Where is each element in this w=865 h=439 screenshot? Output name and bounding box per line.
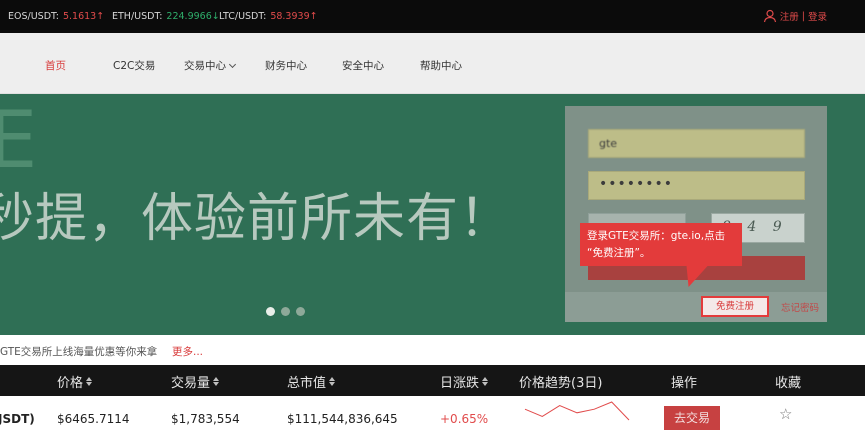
user-icon [763, 9, 776, 23]
auth-separator: | [798, 10, 808, 22]
sort-icon [213, 377, 220, 386]
tooltip-line-2: “免费注册”。 [587, 247, 651, 259]
announcement-bar: GTE交易所上线海量优惠等你来拿 更多... [0, 335, 865, 365]
ticker-price: 58.3939 [270, 11, 310, 22]
price-ticker-bar: EOS/USDT: 5.1613↑ ETH/USDT: 224.9966↓ LTC/… [0, 0, 865, 33]
ticker-pair-label: ETH/USDT: [112, 11, 163, 22]
main-nav: 首页 C2C交易 交易中心 财务中心 安全中心 帮助中心 [0, 33, 865, 94]
more-link[interactable]: 更多... [172, 344, 203, 359]
carousel-dot[interactable] [281, 307, 290, 316]
column-change-label: 日涨跌 [440, 376, 480, 391]
free-register-link[interactable]: 免费注册 [701, 296, 769, 317]
carousel-dots [266, 307, 305, 316]
column-change[interactable]: 日涨跌 [440, 372, 489, 391]
nav-trading-center-label: 交易中心 [184, 60, 226, 72]
brand-letter: E [0, 96, 38, 186]
register-link-top[interactable]: 注册 [780, 9, 799, 23]
username-input[interactable]: gte [588, 129, 805, 158]
column-price-label: 价格 [57, 376, 84, 391]
column-trend: 价格趋势(3日) [519, 376, 603, 391]
column-volume[interactable]: 交易量 [171, 372, 220, 391]
instruction-tooltip: 登录GTE交易所：gte.io,点击 “免费注册”。 [580, 223, 742, 266]
up-arrow-icon: ↑ [96, 11, 105, 22]
ticker-eth: ETH/USDT: 224.9966↓ [112, 11, 220, 22]
nav-finance[interactable]: 财务中心 [265, 58, 307, 73]
price-trend-sparkline [524, 401, 630, 421]
ticker-price: 5.1613 [62, 11, 97, 22]
column-price[interactable]: 价格 [57, 372, 93, 391]
up-arrow-icon: ↑ [309, 11, 318, 22]
sort-icon [86, 377, 93, 386]
pair-name: JSDT) [0, 412, 35, 426]
announcement-text[interactable]: GTE交易所上线海量优惠等你来拿 [0, 344, 157, 359]
password-input[interactable]: •••••••• [588, 171, 805, 200]
star-icon[interactable]: ☆ [779, 405, 792, 423]
forgot-password-link[interactable]: 忘记密码 [781, 300, 819, 314]
change-cell: +0.65% [440, 412, 489, 426]
market-cap-cell: $111,544,836,645 [287, 412, 398, 426]
market-table-header: 价格 交易量 总市值 日涨跌 价格趋势(3日) 操作 收藏 [0, 365, 865, 396]
ticker-ltc: LTC/USDT: 58.3939↑ [219, 11, 318, 22]
volume-cell: $1,783,554 [171, 412, 240, 426]
column-market-cap-label: 总市值 [287, 376, 327, 391]
nav-c2c[interactable]: C2C交易 [113, 58, 155, 73]
column-favorite: 收藏 [775, 376, 802, 391]
nav-security[interactable]: 安全中心 [342, 58, 384, 73]
column-volume-label: 交易量 [171, 376, 211, 391]
column-action: 操作 [671, 376, 698, 391]
carousel-dot[interactable] [296, 307, 305, 316]
login-link-top[interactable]: 登录 [808, 9, 827, 23]
ticker-eos: EOS/USDT: 5.1613↑ [8, 11, 104, 22]
sort-icon [482, 377, 489, 386]
auth-links: 注册 | 登录 [763, 9, 827, 23]
nav-home[interactable]: 首页 [45, 58, 66, 73]
carousel-dot[interactable] [266, 307, 275, 316]
login-footer: 免费注册 忘记密码 [565, 292, 827, 322]
banner-slogan: 秒提，体验前所未有！ [0, 189, 513, 249]
sort-icon [329, 377, 336, 386]
column-market-cap[interactable]: 总市值 [287, 372, 336, 391]
nav-trading-center[interactable]: 交易中心 [184, 58, 237, 73]
table-row[interactable]: JSDT) $6465.7114 $1,783,554 $111,544,836… [0, 396, 865, 439]
trade-button[interactable]: 去交易 [664, 406, 720, 430]
ticker-pair-label: EOS/USDT: [8, 11, 59, 22]
chevron-down-icon [228, 60, 237, 69]
tooltip-line-1: 登录GTE交易所：gte.io,点击 [587, 230, 726, 242]
price-cell: $6465.7114 [57, 412, 130, 426]
ticker-pair-label: LTC/USDT: [219, 11, 267, 22]
nav-help[interactable]: 帮助中心 [420, 58, 462, 73]
ticker-price: 224.9966 [166, 11, 212, 22]
login-panel: gte •••••••• 8 4 9 登 免费注册 忘记密码 [565, 106, 827, 322]
